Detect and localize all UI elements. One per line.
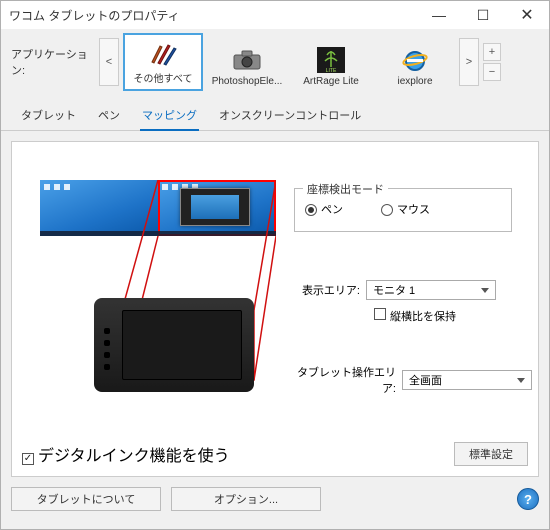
tab-bar: タブレット ペン マッピング オンスクリーンコントロール: [1, 97, 549, 131]
display-area-select[interactable]: モニタ 1: [366, 280, 496, 300]
app-scroll-right[interactable]: >: [459, 38, 479, 86]
mode-pen-radio[interactable]: ペン: [305, 201, 343, 217]
application-list: その他すべて PhotoshopEle... LITE ArtRage Lite…: [123, 33, 455, 91]
aspect-ratio-checkbox[interactable]: 縦横比を保持: [374, 308, 456, 324]
about-tablet-button[interactable]: タブレットについて: [11, 487, 161, 511]
tab-onscreen-controls[interactable]: オンスクリーンコントロール: [217, 103, 363, 130]
digital-ink-checkbox[interactable]: デジタルインク機能を使う: [22, 442, 230, 466]
tab-pen[interactable]: ペン: [96, 103, 122, 130]
app-add-button[interactable]: +: [483, 43, 501, 61]
defaults-button[interactable]: 標準設定: [454, 442, 528, 466]
mapping-panel: 座標検出モード ペン マウス 表示エリア: モニタ 1 縦横比を保持 タブレット…: [11, 141, 539, 477]
tablet-area-select[interactable]: 全画面: [402, 370, 532, 390]
app-remove-button[interactable]: −: [483, 63, 501, 81]
display-area-label: 表示エリア:: [294, 282, 360, 298]
close-button[interactable]: ✕: [505, 1, 549, 29]
tab-mapping[interactable]: マッピング: [140, 103, 199, 131]
ie-icon: [399, 46, 431, 74]
app-item-photoshop[interactable]: PhotoshopEle...: [207, 33, 287, 91]
tab-tablet[interactable]: タブレット: [19, 103, 78, 130]
titlebar: ワコム タブレットのプロパティ — ☐ ✕: [1, 1, 549, 29]
app-scroll-left[interactable]: <: [99, 38, 119, 86]
properties-window: ワコム タブレットのプロパティ — ☐ ✕ アプリケーション: < その他すべて…: [0, 0, 550, 530]
app-item-iexplore[interactable]: iexplore: [375, 33, 455, 91]
mode-mouse-radio[interactable]: マウス: [381, 201, 430, 217]
application-label: アプリケーション:: [11, 46, 99, 78]
minimize-button[interactable]: —: [417, 1, 461, 29]
camera-icon: [231, 46, 263, 74]
svg-text:LITE: LITE: [326, 68, 337, 73]
app-item-all-others[interactable]: その他すべて: [123, 33, 203, 91]
monitor-preview[interactable]: [40, 180, 276, 236]
app-item-label: iexplore: [397, 76, 432, 87]
footer: タブレットについて オプション... ?: [1, 477, 549, 521]
options-button[interactable]: オプション...: [171, 487, 321, 511]
mode-legend: 座標検出モード: [303, 181, 388, 197]
pencils-icon: [147, 40, 179, 68]
tablet-preview[interactable]: [94, 298, 254, 392]
app-item-label: その他すべて: [134, 70, 193, 85]
app-item-artrage[interactable]: LITE ArtRage Lite: [291, 33, 371, 91]
maximize-button[interactable]: ☐: [461, 1, 505, 29]
app-item-label: PhotoshopEle...: [212, 76, 283, 87]
app-item-label: ArtRage Lite: [303, 76, 359, 87]
application-row: アプリケーション: < その他すべて PhotoshopEle... LITE …: [1, 29, 549, 97]
window-title: ワコム タブレットのプロパティ: [9, 7, 180, 24]
mode-fieldset: 座標検出モード ペン マウス: [294, 188, 512, 232]
help-button[interactable]: ?: [517, 488, 539, 510]
artrage-icon: LITE: [315, 46, 347, 74]
tablet-area-label: タブレット操作エリア:: [294, 364, 396, 396]
